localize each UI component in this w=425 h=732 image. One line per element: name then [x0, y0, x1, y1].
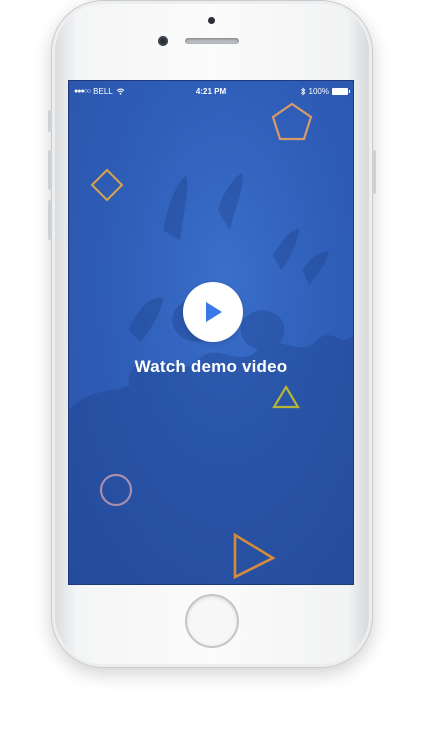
circle-shape: [99, 473, 133, 507]
earpiece-speaker: [185, 38, 239, 44]
volume-up-button: [48, 150, 52, 190]
front-camera: [158, 36, 168, 46]
watch-demo-label[interactable]: Watch demo video: [69, 357, 353, 377]
battery-percent: 100%: [308, 86, 329, 96]
volume-down-button: [48, 200, 52, 240]
status-right: 100%: [300, 86, 350, 96]
carrier-name: BELL: [93, 86, 113, 96]
home-button[interactable]: [187, 596, 237, 646]
diamond-shape: [90, 168, 124, 202]
small-triangle-shape: [272, 384, 300, 409]
mockup-stage: ●●●○○ BELL 4:21 PM 100% Watch demo video: [0, 0, 425, 732]
signal-strength-icon: ●●●○○: [74, 87, 91, 95]
power-button: [372, 150, 376, 194]
phone-screen: ●●●○○ BELL 4:21 PM 100% Watch demo video: [68, 80, 354, 585]
play-icon: [206, 302, 222, 322]
pentagon-shape: [271, 102, 313, 141]
status-bar: ●●●○○ BELL 4:21 PM 100%: [69, 81, 353, 101]
battery-icon: [332, 87, 350, 95]
play-video-button[interactable]: [183, 282, 243, 342]
bluetooth-icon: [300, 86, 305, 96]
large-triangle-shape: [233, 532, 276, 580]
front-sensor: [208, 17, 215, 24]
mute-switch: [48, 110, 52, 132]
status-left: ●●●○○ BELL: [74, 87, 125, 96]
wifi-icon: [116, 88, 125, 95]
